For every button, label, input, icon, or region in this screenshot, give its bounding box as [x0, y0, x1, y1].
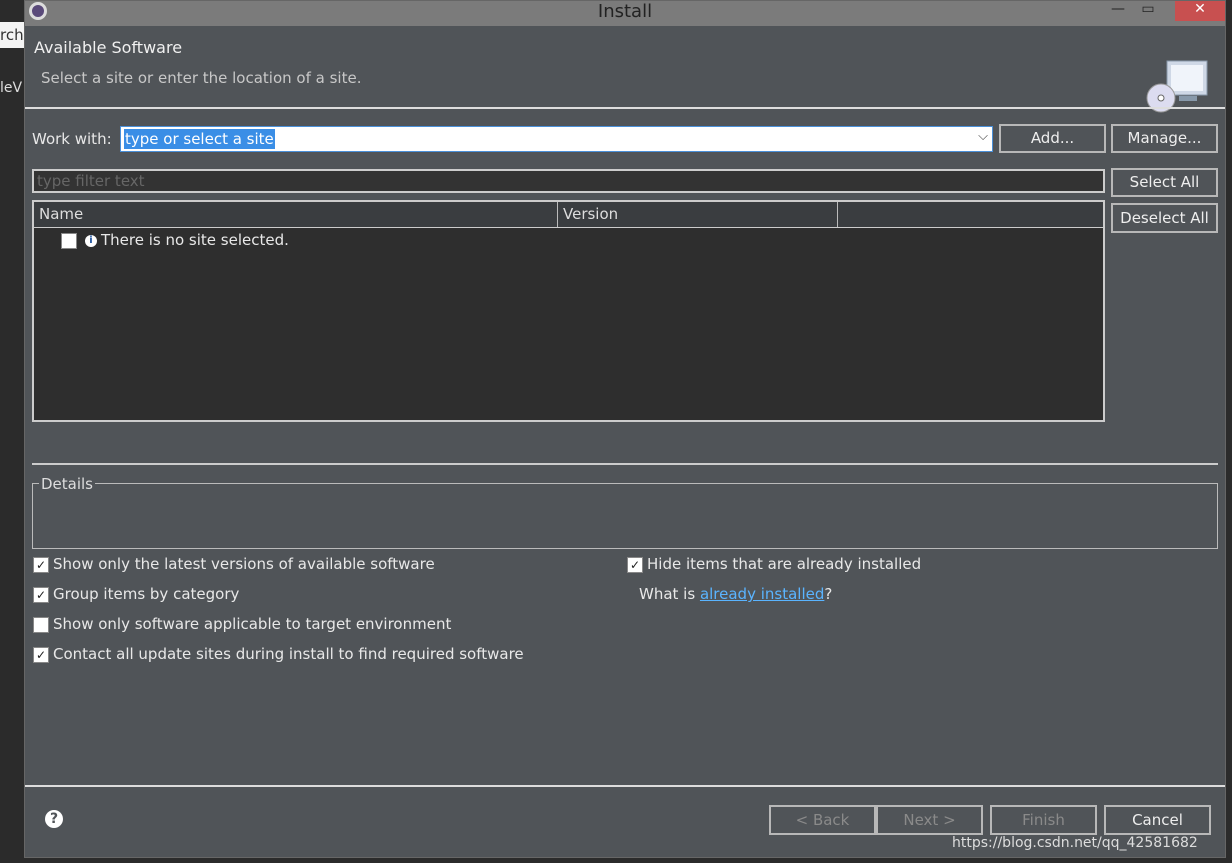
column-name[interactable]: Name: [34, 202, 558, 227]
title-bar[interactable]: Install — ▭ ✕: [25, 1, 1225, 26]
column-extra[interactable]: [838, 202, 1103, 227]
back-button[interactable]: < Back: [769, 805, 876, 835]
page-subtitle: Select a site or enter the location of a…: [41, 69, 362, 87]
filter-input[interactable]: type filter text: [32, 169, 1105, 193]
table-header: Name Version: [34, 202, 1103, 228]
option-label: Show only software applicable to target …: [53, 615, 452, 633]
details-label: Details: [39, 475, 96, 493]
work-with-value[interactable]: type or select a site: [124, 129, 275, 149]
column-version[interactable]: Version: [558, 202, 838, 227]
background-text: rch: [0, 26, 24, 44]
finish-button[interactable]: Finish: [990, 805, 1097, 835]
background-text: leV: [0, 80, 23, 96]
cancel-button[interactable]: Cancel: [1104, 805, 1211, 835]
option-target-environment[interactable]: Show only software applicable to target …: [33, 614, 451, 634]
work-with-label: Work with:: [32, 130, 112, 148]
work-with-combo[interactable]: type or select a site ⌵: [120, 126, 993, 152]
select-all-button[interactable]: Select All: [1111, 168, 1218, 197]
checkbox-checked[interactable]: ✓: [33, 646, 49, 663]
table-row: i There is no site selected.: [61, 230, 289, 250]
help-icon[interactable]: ?: [45, 810, 63, 828]
option-label: Group items by category: [53, 585, 240, 603]
page-title: Available Software: [34, 38, 183, 57]
already-installed-text: What is already installed?: [639, 584, 832, 604]
option-contact-update-sites[interactable]: ✓ Contact all update sites during install…: [33, 644, 524, 664]
maximize-button[interactable]: ▭: [1133, 1, 1163, 21]
info-icon: i: [85, 234, 97, 247]
next-button[interactable]: Next >: [876, 805, 983, 835]
checkbox-unchecked[interactable]: [33, 616, 49, 633]
row-text: There is no site selected.: [101, 231, 289, 249]
option-label: Hide items that are already installed: [647, 555, 922, 573]
row-checkbox[interactable]: [61, 232, 77, 249]
details-group: [32, 483, 1218, 549]
option-hide-installed[interactable]: ✓ Hide items that are already installed: [627, 554, 921, 574]
option-label: Show only the latest versions of availab…: [53, 555, 435, 573]
watermark: https://blog.csdn.net/qq_42581682: [952, 835, 1198, 851]
add-button[interactable]: Add...: [999, 124, 1106, 153]
close-button[interactable]: ✕: [1175, 1, 1225, 21]
minimize-button[interactable]: —: [1103, 1, 1133, 21]
option-latest-versions[interactable]: ✓ Show only the latest versions of availa…: [33, 554, 435, 574]
deselect-all-button[interactable]: Deselect All: [1111, 203, 1218, 233]
window-title: Install: [597, 1, 653, 22]
already-installed-link[interactable]: already installed: [700, 585, 824, 603]
background-editor-tab: leV: [0, 80, 24, 102]
option-label: Contact all update sites during install …: [53, 645, 524, 663]
install-dialog: Install — ▭ ✕ Available Software Select …: [24, 0, 1226, 858]
option-group-by-category[interactable]: ✓ Group items by category: [33, 584, 239, 604]
manage-button[interactable]: Manage...: [1111, 124, 1218, 153]
checkbox-checked[interactable]: ✓: [627, 556, 643, 573]
checkbox-checked[interactable]: ✓: [33, 586, 49, 603]
wizard-header: Available Software Select a site or ente…: [25, 26, 1225, 113]
header-divider: [25, 107, 1225, 109]
footer-divider: [25, 785, 1225, 787]
checkbox-checked[interactable]: ✓: [33, 556, 49, 573]
installed-suffix: ?: [824, 585, 833, 603]
divider: [32, 463, 1218, 465]
chevron-down-icon[interactable]: ⌵: [978, 129, 988, 144]
software-table[interactable]: Name Version i There is no site selected.: [32, 200, 1105, 422]
installed-prefix: What is: [639, 585, 700, 603]
background-search-field: rch: [0, 22, 24, 48]
